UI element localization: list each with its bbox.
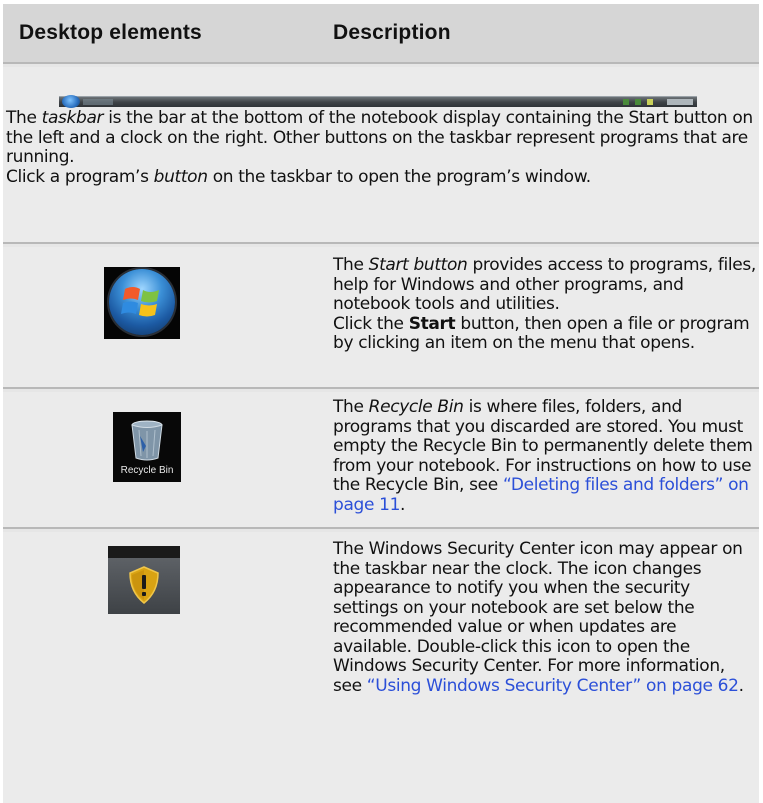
button-term: button [153,166,208,187]
security-description: The Windows Security Center icon may app… [333,539,744,696]
recycle-description: The Recycle Bin is where files, folders,… [333,397,753,515]
header-desktop-elements: Desktop elements [19,21,202,44]
recycle-bin-label: Recycle Bin [120,465,174,476]
recycle-bin-icon: Recycle Bin [113,412,181,482]
windows-start-orb-icon [104,267,180,339]
table-row-recycle-bin: Recycle Bin The Recycle Bin is where fil… [3,392,759,527]
start-button-term: Start button [368,255,468,275]
taskbar-description: The taskbar is the bar at the bottom of … [6,108,753,167]
start-description: The Start button provides access to prog… [333,255,756,314]
table-row-start-button: The Start button provides access to prog… [3,247,759,387]
taskbar-screenshot-icon [59,95,697,108]
taskbar-instruction: Click a program’s button on the taskbar … [6,166,591,187]
table-header: Desktop elements Description [3,4,759,62]
start-bold: Start [408,313,456,334]
table-row-security-center: The Windows Security Center icon may app… [3,532,759,803]
security-center-link[interactable]: “Using Windows Security Center” on page … [367,676,739,696]
security-center-shield-icon [108,546,180,614]
start-instruction: Click the Start button, then open a file… [333,313,750,353]
table-row-taskbar: The taskbar is the bar at the bottom of … [3,67,759,242]
taskbar-term: taskbar [41,108,104,128]
header-description: Description [333,21,451,44]
recycle-bin-term: Recycle Bin [368,397,464,417]
